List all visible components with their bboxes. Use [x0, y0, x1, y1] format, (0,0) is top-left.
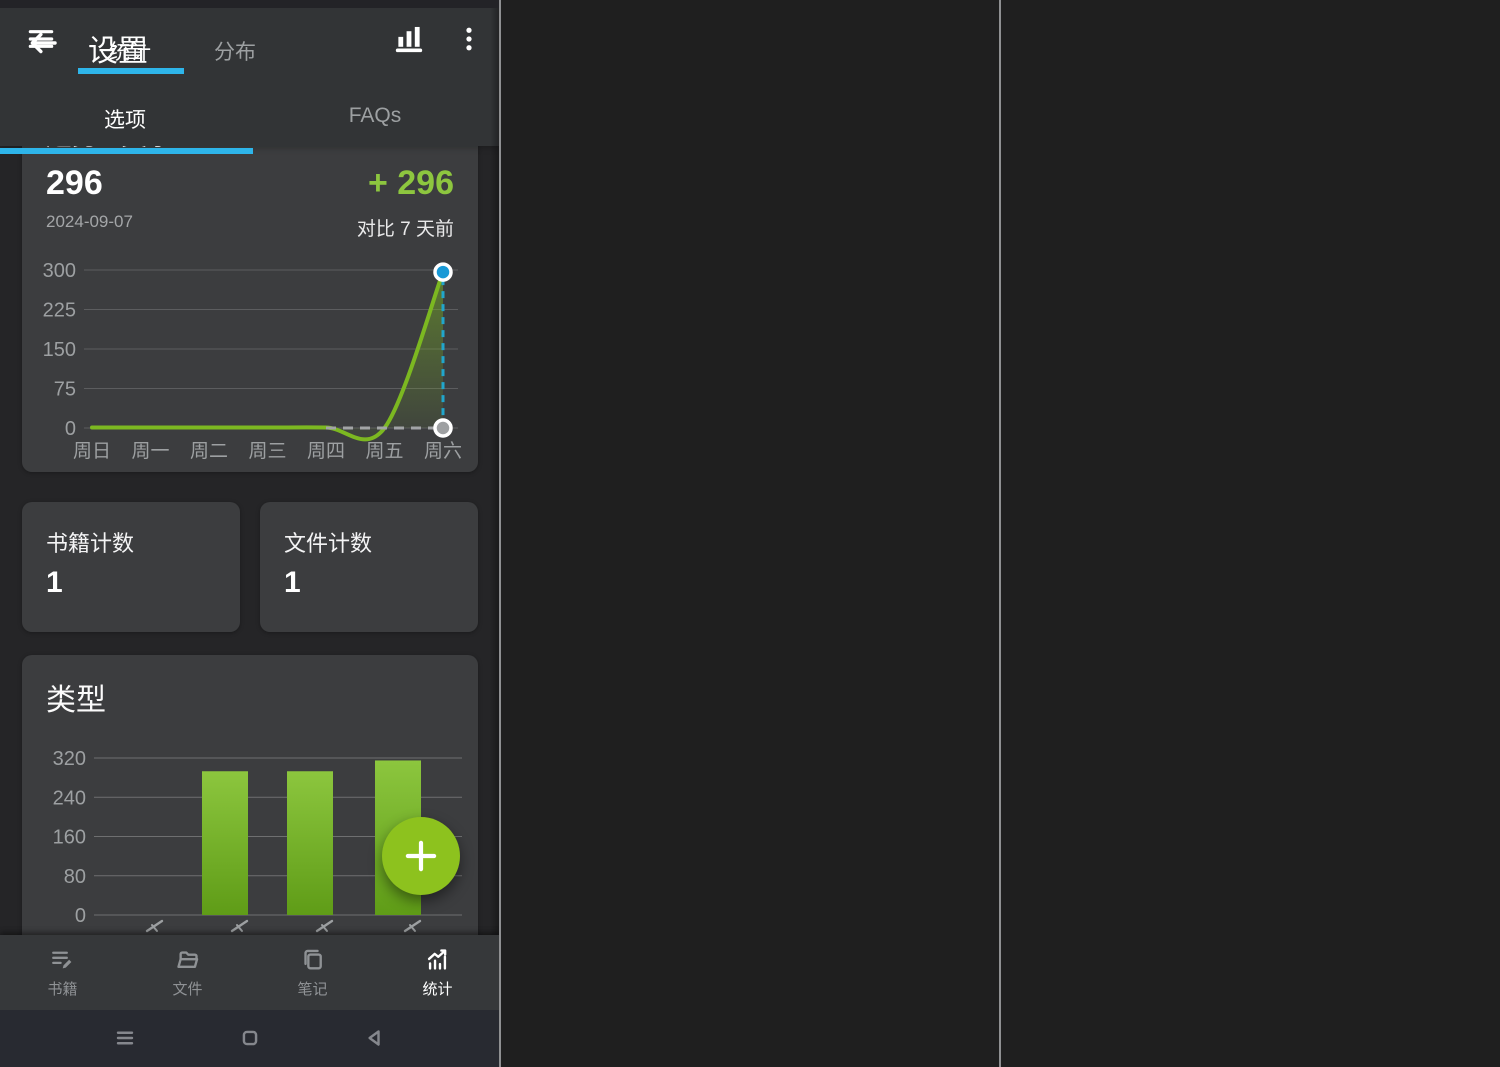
nav-books-tab[interactable]: 书籍: [0, 935, 125, 1010]
nav-notes-tab[interactable]: 笔记: [250, 935, 375, 1010]
svg-text:周一: 周一: [131, 441, 169, 462]
file-count-value: 1: [284, 566, 301, 600]
add-book-fab[interactable]: [382, 817, 460, 895]
recents-icon: [111, 1024, 139, 1052]
svg-text:160: 160: [53, 827, 86, 849]
notes-copy-icon: [299, 946, 326, 973]
svg-text:0: 0: [75, 905, 86, 927]
svg-text:150: 150: [43, 339, 76, 361]
home-icon: [236, 1024, 264, 1052]
bar-chart-icon: [392, 22, 426, 56]
plus-icon: [400, 835, 442, 877]
recents-button[interactable]: [111, 1024, 139, 1052]
file-count-label: 文件计数: [284, 526, 372, 558]
nav-label: 笔记: [297, 978, 327, 999]
trend-value: 296: [46, 164, 103, 203]
svg-text:周六: 周六: [424, 440, 462, 462]
trend-compare-label: 对比 7 天前: [357, 214, 454, 241]
trend-delta: + 296: [368, 164, 454, 203]
stats-bottom-nav: 书籍 文件 笔记 统计: [0, 935, 500, 1010]
svg-text:周二: 周二: [190, 441, 228, 462]
screenshot-canvas: 全文搜索 最近编辑: 欢迎使用: [0, 0, 1500, 1067]
tab-options[interactable]: 选项: [0, 104, 250, 134]
active-tab-indicator: [0, 148, 253, 154]
overflow-menu-button[interactable]: [450, 20, 488, 58]
svg-text:周四: 周四: [307, 441, 345, 462]
screen-separator: [999, 0, 1001, 1067]
svg-text:80: 80: [64, 866, 86, 888]
book-count-value: 1: [46, 566, 63, 600]
nav-label: 文件: [172, 978, 202, 999]
trend-date: 2024-09-07: [46, 212, 133, 232]
svg-text:75: 75: [54, 379, 76, 401]
status-bar-strip: [0, 0, 500, 8]
svg-text:周日: 周日: [73, 441, 111, 462]
stats-header: 统计 分布: [0, 8, 500, 86]
svg-text:周五: 周五: [365, 441, 403, 462]
folder-open-icon: [174, 946, 201, 973]
hamburger-icon: [25, 23, 57, 55]
book-count-card: 书籍计数 1: [22, 502, 240, 632]
svg-text:300: 300: [43, 260, 76, 282]
stats-chart-icon: [424, 946, 451, 973]
active-tab-indicator: [78, 68, 184, 74]
screen-separator: [499, 0, 501, 1067]
type-card-title: 类型: [46, 675, 106, 719]
file-count-card: 文件计数 1: [260, 502, 478, 632]
svg-text:240: 240: [53, 787, 86, 809]
svg-text:320: 320: [53, 748, 86, 770]
nav-files-tab[interactable]: 文件: [125, 935, 250, 1010]
system-nav-bar: [0, 1010, 500, 1067]
books-icon: [49, 946, 76, 973]
svg-text:周三: 周三: [248, 441, 286, 462]
svg-text:0: 0: [65, 418, 76, 440]
nav-stats-tab[interactable]: 统计: [375, 935, 500, 1010]
tab-faqs[interactable]: FAQs: [250, 104, 500, 128]
home-button[interactable]: [236, 1024, 264, 1052]
three-dots-icon: [454, 24, 484, 54]
tab-statistics[interactable]: 统计: [70, 36, 190, 66]
trend-line-chart: 0 75 150 225 300 周日周一周二周三周四周五周六: [30, 256, 470, 468]
back-button[interactable]: [361, 1024, 389, 1052]
nav-label: 统计: [422, 978, 452, 999]
chart-type-button[interactable]: [388, 18, 430, 60]
book-count-label: 书籍计数: [46, 526, 134, 558]
back-triangle-icon: [361, 1024, 389, 1052]
tab-distribution[interactable]: 分布: [180, 36, 290, 66]
screen-statistics: 统计 分布 趋势 - 文字 296 2024-09-07 + 296 对比 7 …: [0, 0, 500, 1067]
svg-text:225: 225: [43, 300, 76, 322]
menu-button[interactable]: [22, 20, 60, 58]
nav-label: 书籍: [47, 978, 77, 999]
